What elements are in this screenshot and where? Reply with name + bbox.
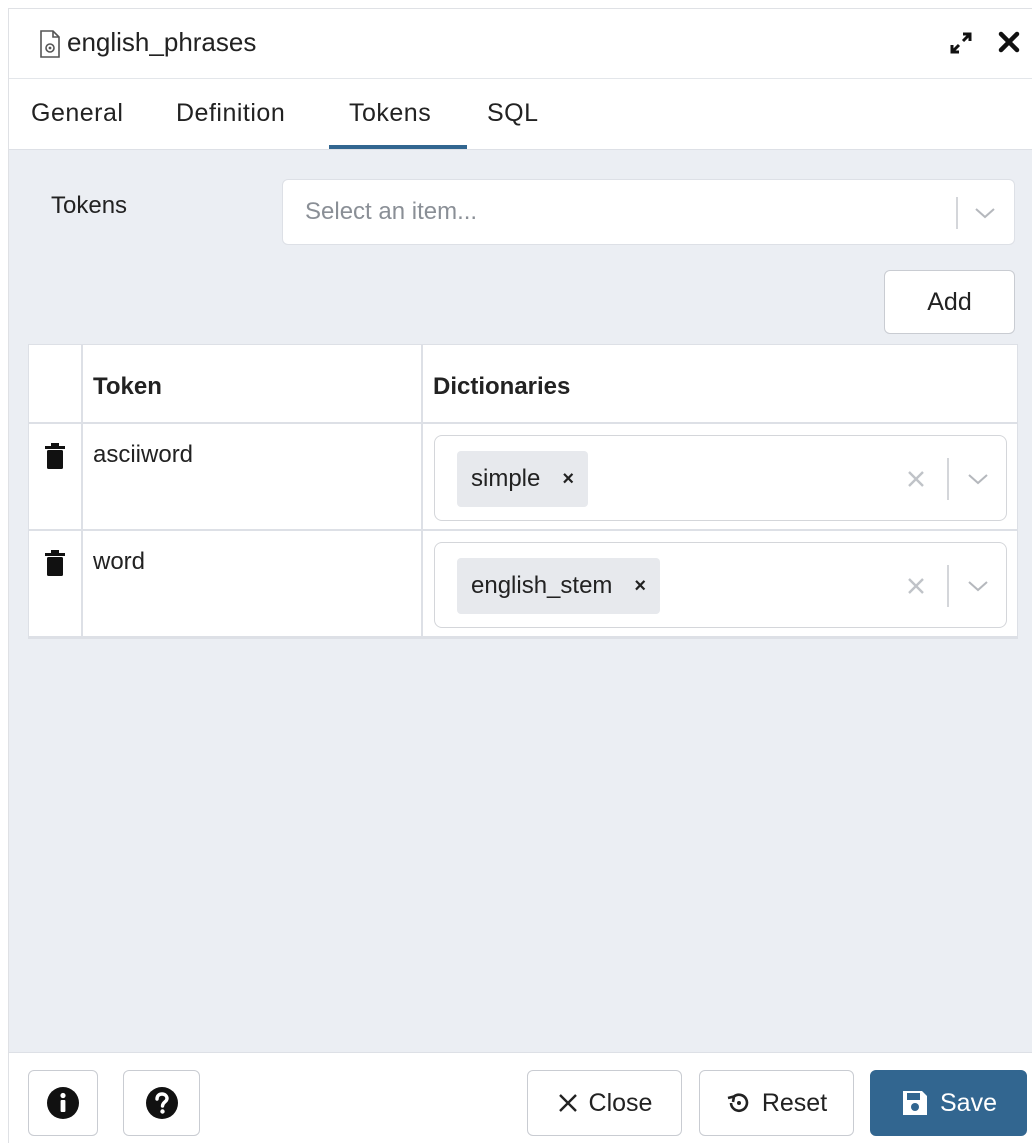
tokens-label: Tokens [51, 192, 128, 219]
select-separator [947, 458, 949, 500]
tokens-select[interactable]: Select an item... [282, 179, 1015, 245]
save-icon [903, 1091, 927, 1115]
tab-definition[interactable]: Definition [176, 99, 285, 128]
tokens-grid: Token Dictionaries asciiword simple × wo… [28, 344, 1018, 639]
info-button[interactable] [28, 1070, 98, 1136]
column-header-dictionaries: Dictionaries [433, 373, 571, 400]
select-placeholder: Select an item... [305, 198, 478, 225]
dictionary-chip: simple × [457, 451, 589, 507]
save-button[interactable]: Save [870, 1070, 1027, 1136]
close-label: Close [588, 1088, 653, 1117]
chip-label: english_stem [471, 572, 613, 599]
close-icon [558, 1094, 577, 1112]
info-icon [47, 1087, 79, 1119]
chip-remove-icon[interactable]: × [562, 468, 574, 491]
reset-icon [727, 1093, 749, 1112]
column-header-token: Token [93, 373, 162, 400]
grid-divider [29, 529, 1017, 531]
tab-bar: General Definition Tokens SQL [9, 79, 1032, 149]
trash-icon[interactable] [45, 443, 65, 469]
tab-sql[interactable]: SQL [487, 99, 539, 128]
close-button[interactable]: Close [527, 1070, 682, 1136]
help-icon [145, 1087, 178, 1119]
tokens-panel: Tokens Select an item... Add Token Dicti… [9, 149, 1032, 1053]
select-separator [947, 565, 949, 607]
dialog-titlebar: english_phrases [9, 9, 1032, 79]
grid-divider [81, 345, 83, 638]
token-cell: word [93, 548, 146, 575]
chip-remove-icon[interactable]: × [634, 575, 646, 598]
chevron-down-icon[interactable] [974, 206, 996, 220]
dialog-title: english_phrases [67, 27, 257, 57]
help-button[interactable] [123, 1070, 200, 1136]
reset-label: Reset [761, 1088, 828, 1117]
tab-general[interactable]: General [31, 99, 123, 128]
trash-icon[interactable] [45, 550, 65, 576]
grid-divider [421, 345, 423, 638]
clear-icon[interactable] [905, 575, 927, 597]
dictionaries-multiselect[interactable]: english_stem × [434, 542, 1007, 628]
grid-divider [29, 636, 1017, 638]
select-separator [956, 197, 958, 229]
dialog-footer: Close Reset Save [9, 1052, 1032, 1143]
tab-tokens[interactable]: Tokens [349, 99, 431, 128]
dictionaries-multiselect[interactable]: simple × [434, 435, 1007, 521]
close-icon[interactable] [996, 27, 1022, 57]
expand-arrows-icon[interactable] [948, 30, 974, 56]
dialog: english_phrases General Definition Token… [8, 8, 1032, 1143]
document-gear-icon [40, 30, 60, 58]
chevron-down-icon[interactable] [967, 579, 989, 593]
grid-divider [29, 422, 1017, 424]
dictionary-chip: english_stem × [457, 558, 661, 614]
reset-button[interactable]: Reset [699, 1070, 854, 1136]
clear-icon[interactable] [905, 468, 927, 490]
save-label: Save [940, 1088, 997, 1117]
chip-label: simple [471, 465, 541, 492]
add-token-button[interactable]: Add [884, 270, 1015, 334]
token-cell: asciiword [93, 441, 194, 468]
chevron-down-icon[interactable] [967, 472, 989, 486]
